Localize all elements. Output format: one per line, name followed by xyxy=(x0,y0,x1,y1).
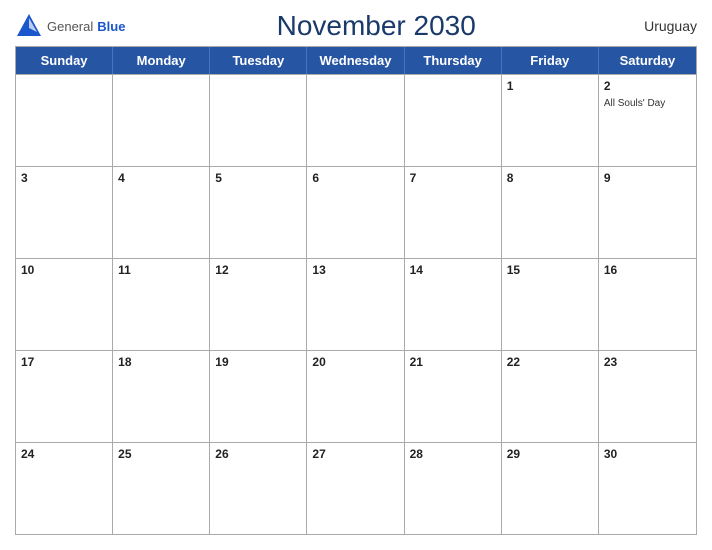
cell-date: 13 xyxy=(312,262,398,279)
cell-date: 1 xyxy=(507,78,593,95)
cell-date: 29 xyxy=(507,446,593,463)
calendar-cell: 28 xyxy=(405,443,502,534)
calendar-cell: 8 xyxy=(502,167,599,258)
calendar-row: 17 18 19 20 21 22 23 xyxy=(16,350,696,442)
calendar-cell: 19 xyxy=(210,351,307,442)
logo-general: General xyxy=(47,19,93,34)
cell-date: 23 xyxy=(604,354,691,371)
cell-date: 10 xyxy=(21,262,107,279)
logo-blue: Blue xyxy=(97,19,125,34)
header-wednesday: Wednesday xyxy=(307,47,404,74)
calendar-row: 24 25 26 27 28 29 30 xyxy=(16,442,696,534)
calendar-cell: 9 xyxy=(599,167,696,258)
country-label: Uruguay xyxy=(627,18,697,34)
calendar-cell xyxy=(16,75,113,166)
header-tuesday: Tuesday xyxy=(210,47,307,74)
cell-date: 21 xyxy=(410,354,496,371)
cell-date: 24 xyxy=(21,446,107,463)
cell-date: 16 xyxy=(604,262,691,279)
calendar-cell: 7 xyxy=(405,167,502,258)
cell-date: 19 xyxy=(215,354,301,371)
header-thursday: Thursday xyxy=(405,47,502,74)
logo-icon xyxy=(15,12,43,40)
header-friday: Friday xyxy=(502,47,599,74)
calendar-cell: 24 xyxy=(16,443,113,534)
calendar-body: 12All Souls' Day345678910111213141516171… xyxy=(16,74,696,534)
calendar-row: 3456789 xyxy=(16,166,696,258)
calendar-cell: 3 xyxy=(16,167,113,258)
calendar-cell: 12 xyxy=(210,259,307,350)
calendar-cell: 23 xyxy=(599,351,696,442)
page-header: General Blue November 2030 Uruguay xyxy=(15,10,697,42)
cell-date: 15 xyxy=(507,262,593,279)
calendar-cell: 1 xyxy=(502,75,599,166)
calendar-cell xyxy=(210,75,307,166)
cell-date: 20 xyxy=(312,354,398,371)
day-headers: Sunday Monday Tuesday Wednesday Thursday… xyxy=(16,47,696,74)
calendar-cell: 30 xyxy=(599,443,696,534)
calendar-cell: 26 xyxy=(210,443,307,534)
calendar-cell: 16 xyxy=(599,259,696,350)
cell-event: All Souls' Day xyxy=(604,97,691,110)
cell-date: 2 xyxy=(604,78,691,95)
cell-date: 22 xyxy=(507,354,593,371)
calendar-cell: 5 xyxy=(210,167,307,258)
cell-date: 30 xyxy=(604,446,691,463)
calendar-cell xyxy=(307,75,404,166)
calendar-cell: 15 xyxy=(502,259,599,350)
calendar-cell: 2 All Souls' Day xyxy=(599,75,696,166)
calendar-cell: 14 xyxy=(405,259,502,350)
cell-date: 27 xyxy=(312,446,398,463)
cell-date: 7 xyxy=(410,170,496,187)
cell-date: 18 xyxy=(118,354,204,371)
calendar-cell: 6 xyxy=(307,167,404,258)
cell-date: 14 xyxy=(410,262,496,279)
month-title: November 2030 xyxy=(125,10,627,42)
cell-date: 4 xyxy=(118,170,204,187)
calendar-cell: 21 xyxy=(405,351,502,442)
calendar-cell: 29 xyxy=(502,443,599,534)
calendar-cell: 17 xyxy=(16,351,113,442)
calendar-cell xyxy=(113,75,210,166)
calendar: Sunday Monday Tuesday Wednesday Thursday… xyxy=(15,46,697,535)
cell-date: 25 xyxy=(118,446,204,463)
cell-date: 5 xyxy=(215,170,301,187)
logo: General Blue xyxy=(15,12,125,40)
calendar-cell xyxy=(405,75,502,166)
calendar-cell: 4 xyxy=(113,167,210,258)
cell-date: 9 xyxy=(604,170,691,187)
calendar-cell: 22 xyxy=(502,351,599,442)
cell-date: 17 xyxy=(21,354,107,371)
calendar-cell: 10 xyxy=(16,259,113,350)
cell-date: 28 xyxy=(410,446,496,463)
calendar-cell: 20 xyxy=(307,351,404,442)
header-sunday: Sunday xyxy=(16,47,113,74)
calendar-cell: 18 xyxy=(113,351,210,442)
header-saturday: Saturday xyxy=(599,47,696,74)
calendar-cell: 25 xyxy=(113,443,210,534)
calendar-cell: 27 xyxy=(307,443,404,534)
header-monday: Monday xyxy=(113,47,210,74)
cell-date: 8 xyxy=(507,170,593,187)
cell-date: 6 xyxy=(312,170,398,187)
calendar-cell: 11 xyxy=(113,259,210,350)
cell-date: 11 xyxy=(118,262,204,279)
cell-date: 3 xyxy=(21,170,107,187)
cell-date: 26 xyxy=(215,446,301,463)
calendar-row: 10 11 12 13 14 15 16 xyxy=(16,258,696,350)
calendar-cell: 13 xyxy=(307,259,404,350)
cell-date: 12 xyxy=(215,262,301,279)
calendar-row: 12 All Souls' Day xyxy=(16,74,696,166)
